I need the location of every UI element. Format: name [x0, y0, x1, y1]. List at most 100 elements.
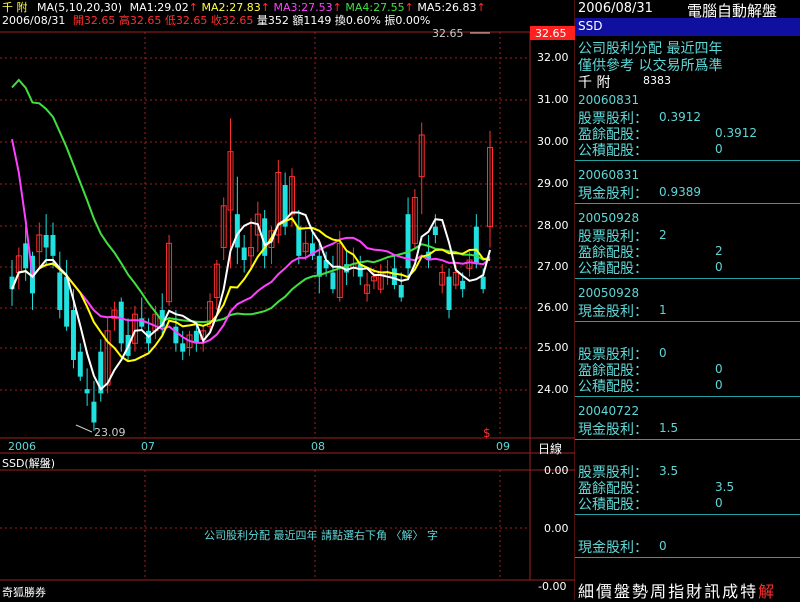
entry-date: 20050928 [578, 211, 640, 225]
sub-chart-title: SSD(解盤) [2, 457, 56, 470]
candle-body [241, 247, 247, 260]
entry-divider [575, 514, 800, 515]
entry-divider [575, 278, 800, 279]
candle-body [446, 276, 452, 310]
stock-name: 千 附 [2, 1, 28, 14]
entry-value: 0.3912 [715, 126, 757, 140]
quote-amount: 額1149 [292, 14, 332, 27]
candle-body [118, 301, 124, 344]
entry-value: 3.5 [715, 480, 735, 494]
ma4-up-icon: ↑ [404, 1, 414, 14]
candle-body [91, 401, 97, 423]
x-label-2006: 2006 [8, 440, 36, 453]
entry-value: 1.5 [659, 421, 679, 435]
entry-value: 0 [715, 142, 723, 156]
y-tick-3: 29.00 [537, 177, 569, 190]
entry-label: 現金股利： [578, 422, 648, 438]
sub-chart-notice: 公司股利分配 最近四年 請點選右下角 〈解〉 字 [204, 529, 438, 542]
panel-menu: 細價盤勢周指財訊成特解 [578, 578, 776, 602]
candle-body [432, 226, 438, 235]
candle-body [43, 235, 49, 248]
s-marker: $ [483, 426, 491, 440]
ma5-value: MA5:26.83 [417, 1, 477, 14]
menu-item-7[interactable]: 訊 [704, 582, 721, 601]
entry-value: 1 [659, 303, 667, 317]
x-label-08: 08 [311, 440, 325, 453]
quote-turnover: 換0.60% [334, 14, 381, 27]
entry-label: 公積配股： [578, 379, 648, 395]
broker-label: 奇狐勝券 [2, 586, 46, 599]
entry-label: 公積配股： [578, 497, 648, 513]
ma3-value: MA3:27.53 [273, 1, 333, 14]
menu-item-9[interactable]: 特 [740, 582, 757, 601]
entry-value: 0 [715, 260, 723, 274]
ma-params: MA(5,10,20,30) [37, 1, 123, 14]
candle-body [84, 389, 90, 394]
x-label-07: 07 [141, 440, 155, 453]
menu-item-5[interactable]: 指 [668, 582, 685, 601]
entry-date: 20060831 [578, 93, 640, 107]
low-annotation: 23.09 [94, 426, 126, 439]
y-tick-2: 30.00 [537, 135, 569, 148]
entry-divider [575, 439, 800, 440]
candle-body [330, 272, 336, 290]
candle-body [50, 235, 56, 256]
analysis-panel: 2006/08/31 電腦自動解盤 SSD 公司股利分配 最近四年 僅供參考 以… [575, 0, 800, 600]
menu-item-10[interactable]: 解 [758, 582, 775, 601]
menu-item-4[interactable]: 周 [650, 582, 667, 601]
ma3-up-icon: ↑ [332, 1, 342, 14]
y-tick-4: 28.00 [537, 219, 569, 232]
y-tick-5: 27.00 [537, 260, 569, 273]
candle-body [398, 285, 404, 298]
candle-body [70, 310, 76, 360]
entry-value: 2 [715, 244, 723, 258]
candle-body [473, 226, 479, 265]
menu-item-8[interactable]: 成 [722, 582, 739, 601]
y-tick-6: 26.00 [537, 301, 569, 314]
chart-header: 千 附 MA(5,10,20,30) MA1:29.02↑ MA2:27.83↑… [0, 0, 575, 32]
candle-body [173, 326, 179, 344]
candle-body [460, 280, 466, 290]
entry-value: 0 [715, 378, 723, 392]
menu-item-0[interactable]: 細 [578, 582, 595, 601]
menu-item-6[interactable]: 財 [686, 582, 703, 601]
entry-value: 0 [659, 539, 667, 553]
candle-body [296, 226, 302, 256]
entry-date: 20060831 [578, 168, 640, 182]
entry-value: 0.3912 [659, 110, 701, 124]
entry-value: 0 [715, 362, 723, 376]
quote-amplitude: 振0.00% [384, 14, 431, 27]
menu-item-2[interactable]: 盤 [614, 582, 631, 601]
candle-body [23, 243, 29, 269]
ma1-value: MA1:29.02 [129, 1, 189, 14]
entry-value: 3.5 [659, 464, 679, 478]
ma2-value: MA2:27.83 [201, 1, 261, 14]
ma1-up-icon: ↑ [188, 1, 199, 14]
y-tick-8: 24.00 [537, 383, 569, 396]
entry-label: 公積配股： [578, 261, 648, 277]
quote-low: 低32.65 [164, 14, 208, 27]
menu-item-1[interactable]: 價 [596, 582, 613, 601]
candle-body [480, 276, 486, 290]
quote-high: 高32.65 [118, 14, 162, 27]
candle-body [57, 272, 63, 310]
entry-divider [575, 396, 800, 397]
entry-divider [575, 321, 800, 322]
period-button[interactable]: 日線 [538, 440, 562, 457]
candle-body [77, 351, 83, 377]
entry-label: 現金股利： [578, 540, 648, 556]
entry-value: 0 [715, 496, 723, 510]
quote-open: 開32.65 [72, 14, 116, 27]
ma5-up-icon: ↑ [476, 1, 486, 14]
entry-value: 0 [659, 346, 667, 360]
y-tick-1: 31.00 [537, 93, 569, 106]
entry-label: 公積配股： [578, 143, 648, 159]
menu-item-3[interactable]: 勢 [632, 582, 649, 601]
quote-close: 收32.65 [210, 14, 254, 27]
ma4-value: MA4:27.55 [345, 1, 405, 14]
entry-date: 20040722 [578, 404, 640, 418]
sub-y-tick-mid: 0.00 [544, 522, 569, 535]
quote-date: 2006/08/31 [2, 14, 66, 27]
candle-body [391, 268, 397, 285]
sub-y-tick-bottom: -0.00 [538, 580, 567, 593]
